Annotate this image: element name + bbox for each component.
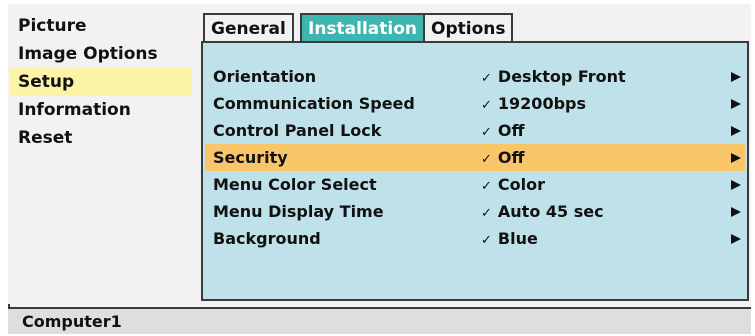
menu-row-orientation[interactable]: Orientation ✓ Desktop Front [205,63,745,90]
nav-item-setup[interactable]: Setup [10,68,192,96]
submenu-arrow-icon [731,153,741,163]
nav-item-image-options[interactable]: Image Options [10,40,192,68]
row-value: ✓ Color [481,171,545,200]
submenu-arrow-icon [731,234,741,244]
submenu-arrow-icon [731,180,741,190]
check-icon: ✓ [481,125,492,140]
tab-label: General [211,19,286,39]
nav-item-information[interactable]: Information [10,96,192,124]
row-value: ✓ Blue [481,225,538,254]
submenu-arrow-icon [731,126,741,136]
row-label: Control Panel Lock [213,121,382,140]
check-icon: ✓ [481,152,492,167]
input-source-label: Computer1 [22,312,122,331]
row-value-text: Desktop Front [497,67,626,86]
row-label: Orientation [213,67,317,86]
row-value-text: Color [497,175,546,194]
tab-options[interactable]: Options [423,13,514,41]
nav-item-label: Information [18,100,131,120]
row-value-text: Blue [497,229,538,248]
menu-row-background[interactable]: Background ✓ Blue [205,225,745,252]
menu-row-communication-speed[interactable]: Communication Speed ✓ 19200bps [205,90,745,117]
tab-label: Options [431,19,506,39]
row-value-text: Off [497,121,525,140]
installation-panel: Orientation ✓ Desktop Front Communication… [201,41,749,301]
row-value-text: 19200bps [497,94,586,113]
row-label: Communication Speed [213,94,415,113]
menu-row-security[interactable]: Security ✓ Off [205,144,745,171]
row-value: ✓ Auto 45 sec [481,198,604,227]
row-value-text: Auto 45 sec [497,202,604,221]
status-bar: Computer1 [8,307,751,334]
submenu-arrow-icon [731,207,741,217]
nav-item-label: Image Options [18,44,158,64]
check-icon: ✓ [481,98,492,113]
check-icon: ✓ [481,206,492,221]
row-value: ✓ Off [481,144,524,173]
row-label: Background [213,229,321,248]
row-value: ✓ 19200bps [481,90,586,119]
check-icon: ✓ [481,179,492,194]
tab-label: Installation [308,19,418,39]
nav-item-picture[interactable]: Picture [10,12,192,40]
submenu-arrow-icon [731,72,741,82]
row-value: ✓ Desktop Front [481,63,626,92]
row-label: Menu Display Time [213,202,384,221]
menu-row-control-panel-lock[interactable]: Control Panel Lock ✓ Off [205,117,745,144]
nav-item-reset[interactable]: Reset [10,124,192,152]
submenu-arrow-icon [731,99,741,109]
tab-general[interactable]: General [203,13,294,41]
menu-row-menu-display-time[interactable]: Menu Display Time ✓ Auto 45 sec [205,198,745,225]
nav-item-label: Picture [18,16,87,36]
nav-item-label: Reset [18,128,73,148]
check-icon: ✓ [481,233,492,248]
row-value: ✓ Off [481,117,524,146]
menu-window: Picture Image Options Setup Information … [8,4,751,334]
check-icon: ✓ [481,71,492,86]
row-value-text: Off [497,148,525,167]
tab-installation[interactable]: Installation [300,13,426,41]
row-label: Security [213,148,288,167]
menu-row-menu-color-select[interactable]: Menu Color Select ✓ Color [205,171,745,198]
nav-item-label: Setup [18,72,75,92]
row-label: Menu Color Select [213,175,377,194]
